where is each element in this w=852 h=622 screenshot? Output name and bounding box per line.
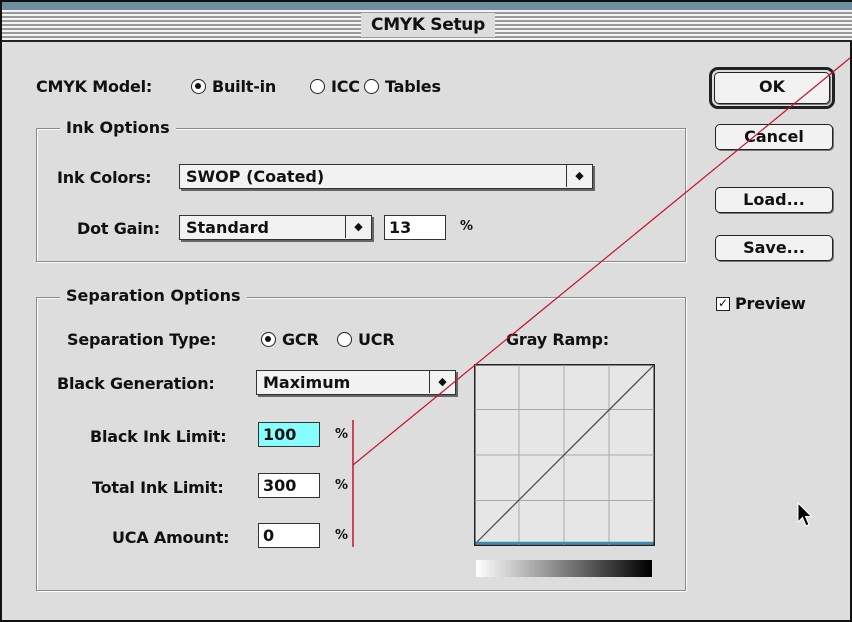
updown-arrow-icon: ◆ [429,371,455,393]
black-generation-value: Maximum [263,373,351,392]
black-ink-limit-percent: % [335,427,348,442]
ink-options-title: Ink Options [60,118,176,137]
radio-built-in[interactable] [191,79,206,94]
separation-type-label: Separation Type: [67,330,217,349]
radio-icc-label[interactable]: ICC [331,77,360,96]
radio-tables-label[interactable]: Tables [385,77,441,96]
separation-options-title: Separation Options [60,286,247,305]
black-generation-popup[interactable]: Maximum ◆ [256,370,456,395]
dot-gain-amount-field[interactable]: 13 [384,215,446,240]
black-ink-limit-field[interactable]: 100 [258,422,320,447]
cmyk-model-label: CMYK Model: [36,77,153,96]
radio-tables[interactable] [364,79,379,94]
arrow-cursor-icon [797,502,813,527]
ink-colors-value: SWOP (Coated) [186,167,325,186]
total-ink-limit-field[interactable]: 300 [258,473,320,498]
radio-gcr[interactable] [261,332,276,347]
ink-options-group [36,128,686,262]
ok-button[interactable]: OK [714,72,830,104]
load-button[interactable]: Load... [715,187,833,213]
gray-ramp-label: Gray Ramp: [506,330,609,349]
title-bar[interactable]: CMYK Setup [2,10,852,42]
total-ink-limit-label: Total Ink Limit: [92,478,224,497]
ink-colors-label: Ink Colors: [57,168,152,187]
gray-gradient-bar [476,560,652,577]
dot-gain-label: Dot Gain: [77,219,160,238]
save-button[interactable]: Save... [715,235,833,261]
background-window-strip [2,2,852,10]
window-title: CMYK Setup [361,13,495,37]
updown-arrow-icon: ◆ [345,216,371,238]
radio-ucr[interactable] [337,332,352,347]
radio-ucr-label[interactable]: UCR [358,330,395,349]
black-generation-label: Black Generation: [57,374,215,393]
dot-gain-value: Standard [186,218,269,237]
radio-gcr-label[interactable]: GCR [282,330,319,349]
dot-gain-percent: % [460,219,473,234]
preview-label[interactable]: Preview [735,294,806,313]
dot-gain-popup[interactable]: Standard ◆ [179,215,372,240]
uca-amount-percent: % [335,528,348,543]
updown-arrow-icon: ◆ [566,165,592,187]
black-ink-limit-label: Black Ink Limit: [90,427,227,446]
cancel-button[interactable]: Cancel [715,124,833,150]
ink-colors-popup[interactable]: SWOP (Coated) ◆ [179,164,593,189]
cmyk-setup-dialog: CMYK Setup CMYK Model: Built-in ICC Tabl… [0,0,852,622]
preview-checkbox[interactable]: ✓ [716,297,730,311]
radio-icc[interactable] [310,79,325,94]
radio-built-in-label[interactable]: Built-in [212,77,276,96]
uca-amount-field[interactable]: 0 [258,523,320,548]
gray-ramp-graph [474,364,655,546]
total-ink-limit-percent: % [335,478,348,493]
uca-amount-label: UCA Amount: [112,528,230,547]
ok-button-ring: OK [709,67,835,109]
